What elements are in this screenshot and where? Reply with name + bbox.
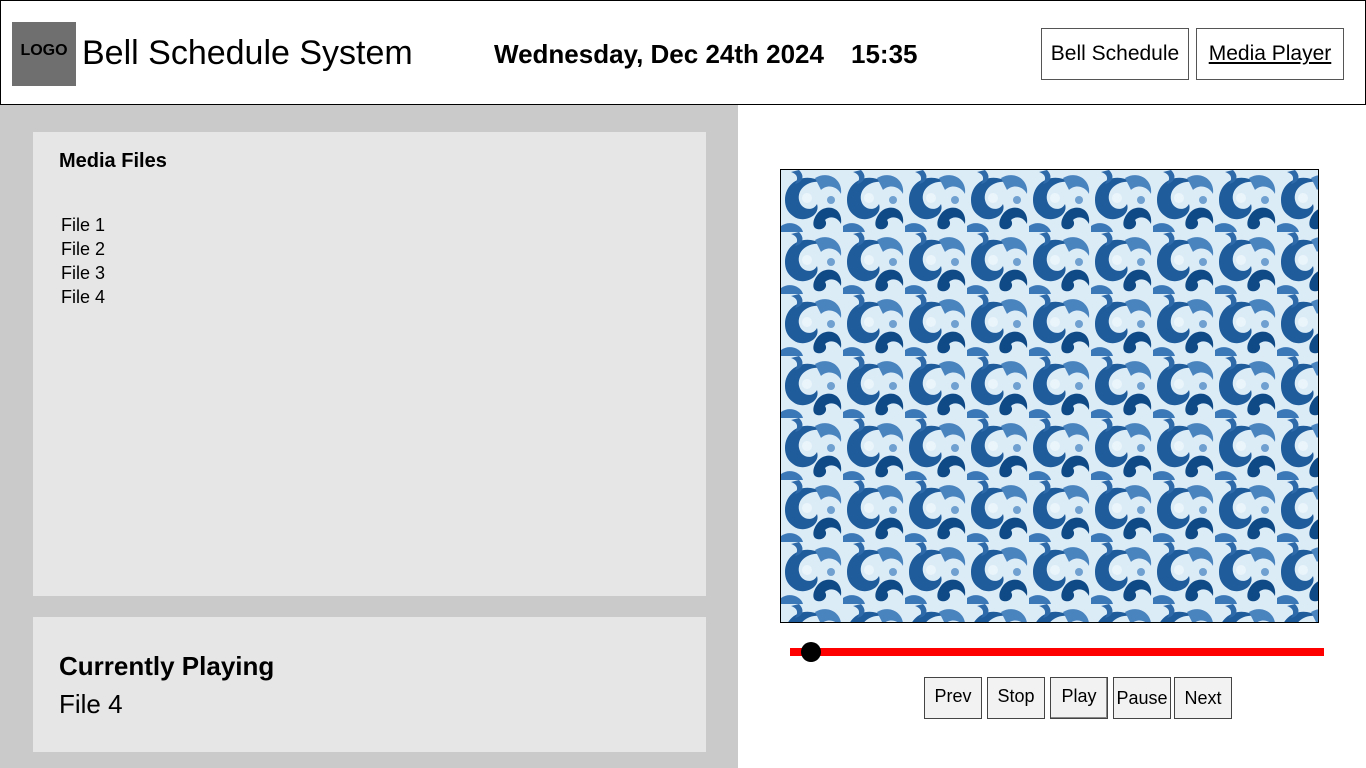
pause-button[interactable]: Pause (1113, 677, 1171, 719)
current-time: 15:35 (851, 39, 918, 69)
left-panel-area: Media Files File 1 File 2 File 3 File 4 … (0, 105, 738, 768)
bell-schedule-button[interactable]: Bell Schedule (1041, 28, 1189, 80)
seek-handle[interactable] (801, 642, 821, 662)
video-frame-image (781, 170, 1318, 622)
media-files-title: Media Files (59, 150, 167, 172)
list-item[interactable]: File 2 (61, 237, 105, 261)
app-header: LOGO Bell Schedule System Wednesday, Dec… (0, 0, 1366, 105)
video-display[interactable] (780, 169, 1319, 623)
list-item[interactable]: File 4 (61, 285, 105, 309)
list-item[interactable]: File 3 (61, 261, 105, 285)
app-title: Bell Schedule System (82, 34, 413, 72)
logo-text: LOGO (20, 42, 68, 59)
currently-playing-title: Currently Playing (59, 651, 275, 681)
media-player-button[interactable]: Media Player (1196, 28, 1344, 80)
media-files-panel: Media Files File 1 File 2 File 3 File 4 (33, 132, 706, 596)
seek-bar[interactable] (790, 648, 1324, 656)
play-button[interactable]: Play (1050, 677, 1108, 719)
media-file-list: File 1 File 2 File 3 File 4 (61, 213, 105, 309)
current-date: Wednesday, Dec 24th 2024 (494, 39, 824, 69)
prev-button[interactable]: Prev (924, 677, 982, 719)
currently-playing-file: File 4 (59, 689, 123, 719)
currently-playing-panel: Currently Playing File 4 (33, 617, 706, 752)
stop-button[interactable]: Stop (987, 677, 1045, 719)
next-button[interactable]: Next (1174, 677, 1232, 719)
list-item[interactable]: File 1 (61, 213, 105, 237)
logo: LOGO (12, 22, 76, 86)
